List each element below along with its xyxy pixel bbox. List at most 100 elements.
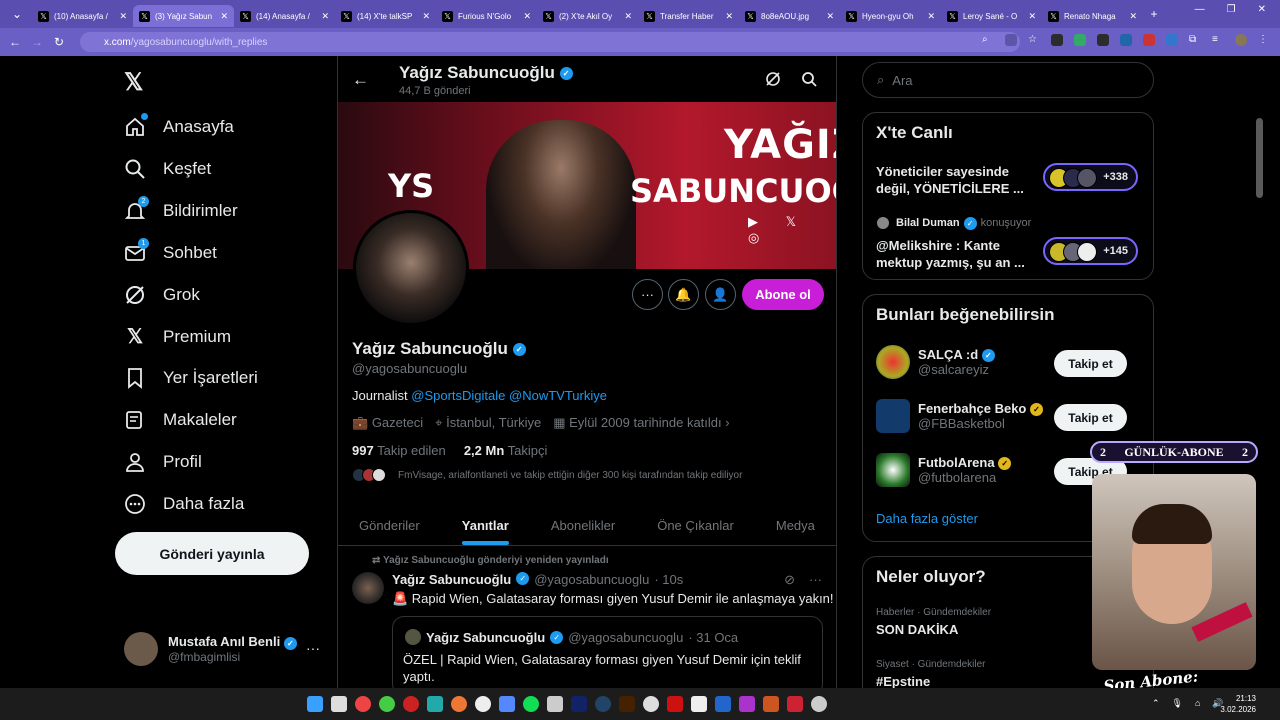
- browser-tab[interactable]: 𝕏 Renato Nhaga ✕: [1042, 5, 1143, 27]
- profile-tab[interactable]: Medya: [776, 506, 815, 545]
- profile-tab[interactable]: Yanıtlar: [461, 506, 509, 545]
- tab-close-icon[interactable]: ✕: [321, 11, 329, 22]
- browser-tab[interactable]: 𝕏 Hyeon-gyu Oh ✕: [840, 5, 941, 27]
- browser-tab[interactable]: 𝕏 Furious N'Golo ✕: [436, 5, 537, 27]
- profile-tab[interactable]: Öne Çıkanlar: [657, 506, 734, 545]
- app-icon[interactable]: [475, 696, 491, 712]
- app-icon[interactable]: [691, 696, 707, 712]
- sidebar-item-search[interactable]: Keşfet: [124, 153, 211, 185]
- sidebar-item-article[interactable]: Makaleler: [124, 404, 237, 436]
- app-icon[interactable]: [715, 696, 731, 712]
- minimize-icon[interactable]: —: [1195, 4, 1205, 15]
- discord-icon[interactable]: [499, 696, 515, 712]
- following-link[interactable]: 997 Takip edilen: [352, 443, 446, 458]
- grok-icon[interactable]: [765, 71, 781, 92]
- extension-4-icon[interactable]: [1120, 34, 1132, 46]
- extension-3-icon[interactable]: [1097, 34, 1109, 46]
- bio-link-nowtv[interactable]: @NowTVTurkiye: [509, 388, 607, 403]
- spotify-icon[interactable]: [523, 696, 539, 712]
- app-icon[interactable]: [811, 696, 827, 712]
- sidebar-item-mail[interactable]: 1 Sohbet: [124, 237, 217, 269]
- trend-topic[interactable]: #Epstine: [876, 674, 930, 689]
- tab-search-icon[interactable]: ⌄: [6, 7, 28, 21]
- network-icon[interactable]: ⌂: [1195, 698, 1200, 709]
- profile-tab[interactable]: Gönderiler: [359, 506, 420, 545]
- forward-icon[interactable]: →: [26, 35, 48, 49]
- app-icon[interactable]: [547, 696, 563, 712]
- reload-icon[interactable]: ↻: [48, 35, 70, 49]
- back-arrow-icon[interactable]: ←: [352, 70, 369, 90]
- sidebar-item-bookmark[interactable]: Yer İşaretleri: [124, 362, 258, 394]
- menu-icon[interactable]: ⋮: [1258, 34, 1270, 46]
- space-listeners-pill[interactable]: +338: [1043, 163, 1138, 191]
- tweet-author-name[interactable]: Yağız Sabuncuoğlu: [392, 572, 511, 587]
- browser-tab[interactable]: 𝕏 (3) Yağız Sabun ✕: [133, 5, 234, 27]
- new-tab-icon[interactable]: +: [1143, 7, 1165, 21]
- zoom-icon[interactable]: ⌕: [982, 34, 994, 46]
- app-icon[interactable]: [787, 696, 803, 712]
- sidebar-item-x[interactable]: 𝕏 Premium: [124, 321, 231, 353]
- tab-close-icon[interactable]: ✕: [119, 11, 127, 22]
- suggested-user[interactable]: FutbolArena ✓ @futbolarena: [876, 453, 1012, 487]
- suggested-user[interactable]: SALÇA :d ✓ @salcareyiz: [876, 345, 995, 379]
- start-icon[interactable]: [307, 696, 323, 712]
- tab-close-icon[interactable]: ✕: [927, 11, 935, 22]
- chevron-right-icon[interactable]: ›: [725, 415, 729, 430]
- tab-close-icon[interactable]: ✕: [422, 11, 430, 22]
- tab-close-icon[interactable]: ✕: [220, 11, 228, 22]
- followed-by[interactable]: FmVisage, arialfontlaneti ve takip ettiğ…: [352, 468, 742, 482]
- quoted-tweet[interactable]: Yağız Sabuncuoğlu ✓ @yagosabuncuoglu · 3…: [392, 616, 823, 696]
- extension-6-icon[interactable]: [1166, 34, 1178, 46]
- tab-close-icon[interactable]: ✕: [826, 11, 834, 22]
- tweet-author-handle[interactable]: @yagosabuncuoglu: [534, 572, 649, 587]
- browser-tab[interactable]: 𝕏 (14) X'te talkSP ✕: [335, 5, 436, 27]
- browser-tab[interactable]: 𝕏 (14) Anasayfa / ✕: [234, 5, 335, 27]
- chevron-up-icon[interactable]: ⌃: [1152, 698, 1160, 709]
- tab-close-icon[interactable]: ✕: [1129, 11, 1137, 22]
- back-icon[interactable]: ←: [4, 35, 26, 49]
- install-icon[interactable]: [1005, 34, 1017, 46]
- app-icon[interactable]: [427, 696, 443, 712]
- sidebar-item-bell[interactable]: 2 Bildirimler: [124, 195, 238, 227]
- tab-close-icon[interactable]: ✕: [523, 11, 531, 22]
- app-icon[interactable]: [763, 696, 779, 712]
- sidebar-item-person[interactable]: Profil: [124, 446, 202, 478]
- tab-close-icon[interactable]: ✕: [1028, 11, 1036, 22]
- close-window-icon[interactable]: ✕: [1258, 4, 1266, 15]
- app-icon[interactable]: [739, 696, 755, 712]
- browser-tab[interactable]: 𝕏 (2) X'te Akıl Oy ✕: [537, 5, 638, 27]
- grok-icon[interactable]: ⊘: [784, 572, 795, 588]
- photoshop-icon[interactable]: [571, 696, 587, 712]
- firefox-icon[interactable]: [451, 696, 467, 712]
- acrobat-icon[interactable]: [667, 696, 683, 712]
- search-icon[interactable]: [801, 71, 817, 92]
- puzzle-icon[interactable]: ⧉: [1189, 34, 1201, 46]
- extension-5-icon[interactable]: [1143, 34, 1155, 46]
- trend-topic[interactable]: SON DAKİKA: [876, 622, 958, 637]
- sidebar-item-more-circle[interactable]: Daha fazla: [124, 488, 244, 520]
- extension-1-icon[interactable]: [1051, 34, 1063, 46]
- scrollbar[interactable]: [1256, 118, 1263, 198]
- steam-icon[interactable]: [595, 696, 611, 712]
- extension-2-icon[interactable]: [1074, 34, 1086, 46]
- live-space-2[interactable]: @Melikshire : Kante mektup yazmış, şu an…: [876, 237, 1036, 271]
- more-options-button[interactable]: ···: [632, 279, 663, 310]
- more-icon[interactable]: ···: [306, 640, 320, 656]
- browser-tab[interactable]: 𝕏 (10) Anasayfa / ✕: [32, 5, 133, 27]
- app-icon[interactable]: [643, 696, 659, 712]
- chrome-icon[interactable]: [355, 696, 371, 712]
- profile-avatar[interactable]: [353, 210, 469, 326]
- search-input[interactable]: ⌕ Ara: [862, 62, 1154, 98]
- url-field[interactable]: x.com/yagosabuncuoglu/with_replies: [80, 32, 1020, 52]
- mic-icon[interactable]: 🎙: [1172, 698, 1183, 709]
- space-listeners-pill[interactable]: +145: [1043, 237, 1138, 265]
- app-icon[interactable]: [379, 696, 395, 712]
- bio-link-sportsdigitale[interactable]: @SportsDigitale: [411, 388, 505, 403]
- follow-button[interactable]: Takip et: [1054, 350, 1127, 377]
- post-button[interactable]: Gönderi yayınla: [115, 532, 309, 575]
- following-person-button[interactable]: 👤: [705, 279, 736, 310]
- sidebar-item-grok[interactable]: Grok: [124, 279, 200, 311]
- more-icon[interactable]: ···: [809, 572, 822, 588]
- maximize-icon[interactable]: ❐: [1227, 4, 1236, 15]
- x-logo-icon[interactable]: 𝕏: [124, 68, 143, 97]
